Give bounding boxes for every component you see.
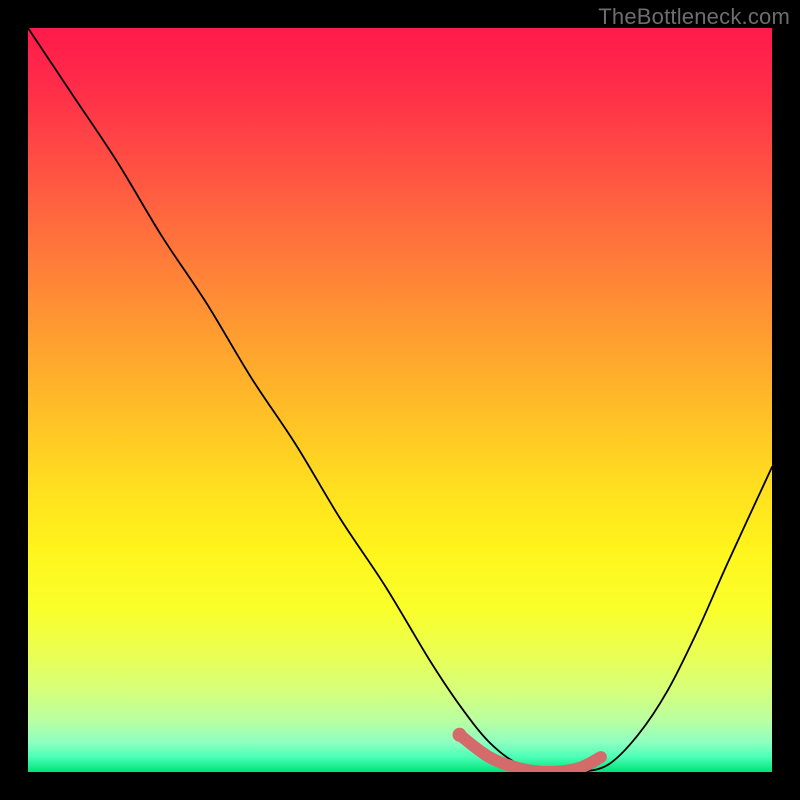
watermark-text: TheBottleneck.com: [598, 4, 790, 30]
plot-area: [28, 28, 772, 772]
curve-svg: [28, 28, 772, 772]
highlight-segment-path: [460, 735, 601, 772]
highlight-start-dot: [453, 728, 467, 742]
bottleneck-curve-path: [28, 28, 772, 772]
chart-stage: TheBottleneck.com: [0, 0, 800, 800]
